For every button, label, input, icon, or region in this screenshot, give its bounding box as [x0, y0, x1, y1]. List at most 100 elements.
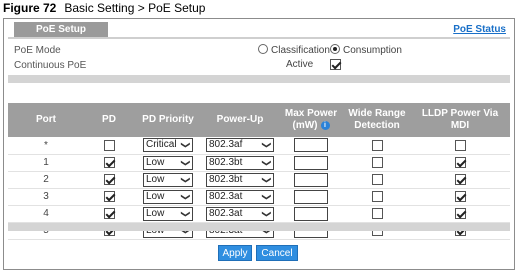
max-power-line1: Max Power [284, 108, 338, 119]
pd-priority-select[interactable]: Low ❯ [143, 206, 193, 221]
port-cell: 2 [8, 171, 84, 189]
pd-priority-select[interactable]: Low ❯ [143, 189, 193, 204]
priority-value: Low [146, 207, 165, 219]
widerange-cell [344, 171, 410, 189]
priority-cell: Low ❯ [134, 188, 202, 206]
wide-range-checkbox[interactable] [371, 190, 383, 202]
priority-cell: Low ❯ [134, 171, 202, 189]
max-power-input[interactable] [294, 206, 328, 221]
power-up-select[interactable]: 802.3at ❯ [206, 189, 274, 204]
powerup-cell: 802.3af ❯ [202, 137, 278, 155]
lldp-cell [410, 154, 510, 172]
lldp-checkbox[interactable] [454, 156, 466, 168]
col-port: Port [8, 103, 84, 137]
col-pd: PD [84, 103, 134, 137]
info-icon[interactable]: i [320, 120, 330, 130]
maxpower-cell [278, 137, 344, 155]
power-up-select[interactable]: 802.3at ❯ [206, 206, 274, 221]
continuous-poe-checkbox[interactable] [330, 59, 342, 70]
poe-mode-classification-option[interactable]: Classification [258, 44, 330, 56]
lldp-cell [410, 188, 510, 206]
lldp-cell [410, 205, 510, 223]
max-power-line2: (mW) [292, 120, 318, 131]
powerup-cell: 802.3bt ❯ [202, 171, 278, 189]
continuous-poe-label: Continuous PoE [14, 60, 87, 71]
port-cell: 1 [8, 154, 84, 172]
figure-title: Basic Setting > PoE Setup [64, 1, 206, 15]
poe-mode-consumption-option[interactable]: Consumption [330, 44, 402, 56]
chevron-down-icon: ❯ [262, 158, 273, 167]
tab-poe-setup[interactable]: PoE Setup [14, 22, 108, 37]
power-up-select[interactable]: 802.3bt ❯ [206, 155, 274, 170]
chevron-down-icon: ❯ [262, 141, 273, 150]
col-wide-range: Wide Range Detection [344, 103, 410, 137]
maxpower-cell [278, 154, 344, 172]
wide-range-checkbox[interactable] [371, 207, 383, 219]
powerup-cell: 802.3at ❯ [202, 188, 278, 206]
priority-cell: Low ❯ [134, 205, 202, 223]
apply-button[interactable]: Apply [218, 245, 252, 261]
widerange-cell [344, 205, 410, 223]
pd-checkbox[interactable] [103, 190, 115, 202]
max-power-input[interactable] [294, 138, 328, 153]
col-pd-priority: PD Priority [134, 103, 202, 137]
powerup-value: 802.3af [209, 139, 243, 151]
pd-checkbox[interactable] [103, 173, 115, 185]
col-lldp: LLDP Power Via MDI [410, 103, 510, 137]
poe-status-link[interactable]: PoE Status [453, 24, 506, 35]
wide-range-checkbox[interactable] [371, 173, 383, 185]
chevron-down-icon: ❯ [181, 141, 192, 150]
lldp-checkbox[interactable] [454, 190, 466, 202]
poe-mode-label: PoE Mode [14, 45, 61, 56]
chevron-down-icon: ❯ [262, 209, 273, 218]
priority-cell: Critical ❯ [134, 137, 202, 155]
continuous-poe-active[interactable]: Active [286, 59, 342, 71]
lldp-checkbox[interactable] [454, 173, 466, 185]
max-power-input[interactable] [294, 172, 328, 187]
cancel-button[interactable]: Cancel [256, 245, 298, 261]
priority-value: Low [146, 173, 165, 185]
table-row: * Critical ❯ 802.3af ❯ [8, 137, 510, 155]
pd-cell [84, 137, 134, 155]
footer-divider [8, 223, 510, 231]
port-cell: * [8, 137, 84, 155]
pd-cell [84, 205, 134, 223]
widerange-cell [344, 154, 410, 172]
chevron-down-icon: ❯ [181, 192, 192, 201]
table-row: 2 Low ❯ 802.3bt ❯ [8, 171, 510, 189]
figure-number: Figure 72 [3, 1, 57, 15]
power-up-select[interactable]: 802.3af ❯ [206, 138, 274, 153]
lldp-checkbox[interactable] [454, 207, 466, 219]
wide-range-line1: Wide Range [348, 108, 406, 119]
powerup-cell: 802.3bt ❯ [202, 154, 278, 172]
wide-range-checkbox[interactable] [371, 156, 383, 168]
pd-priority-select[interactable]: Low ❯ [143, 155, 193, 170]
pd-priority-select[interactable]: Low ❯ [143, 172, 193, 187]
widerange-cell [344, 188, 410, 206]
port-cell: 4 [8, 205, 84, 223]
max-power-input[interactable] [294, 155, 328, 170]
col-power-up: Power-Up [202, 103, 278, 137]
active-label: Active [286, 59, 314, 71]
powerup-value: 802.3bt [209, 156, 243, 168]
power-up-select[interactable]: 802.3bt ❯ [206, 172, 274, 187]
max-power-input[interactable] [294, 189, 328, 204]
pd-cell [84, 154, 134, 172]
pd-checkbox[interactable] [103, 156, 115, 168]
powerup-cell: 802.3at ❯ [202, 205, 278, 223]
consumption-label: Consumption [343, 45, 402, 56]
pd-checkbox[interactable] [103, 207, 115, 219]
widerange-cell [344, 137, 410, 155]
priority-cell: Low ❯ [134, 154, 202, 172]
lldp-line2: MDI [450, 120, 470, 131]
consumption-radio[interactable] [330, 44, 340, 54]
wide-range-line2: Detection [354, 120, 400, 131]
table-row: 4 Low ❯ 802.3at ❯ [8, 205, 510, 223]
port-table: Port PD PD Priority Power-Up Max Power (… [8, 103, 510, 240]
lldp-checkbox[interactable] [454, 139, 466, 151]
pd-checkbox[interactable] [103, 139, 115, 151]
lldp-line1: LLDP Power Via [421, 108, 499, 119]
classification-radio[interactable] [258, 44, 268, 54]
wide-range-checkbox[interactable] [371, 139, 383, 151]
pd-priority-select[interactable]: Critical ❯ [143, 138, 193, 153]
